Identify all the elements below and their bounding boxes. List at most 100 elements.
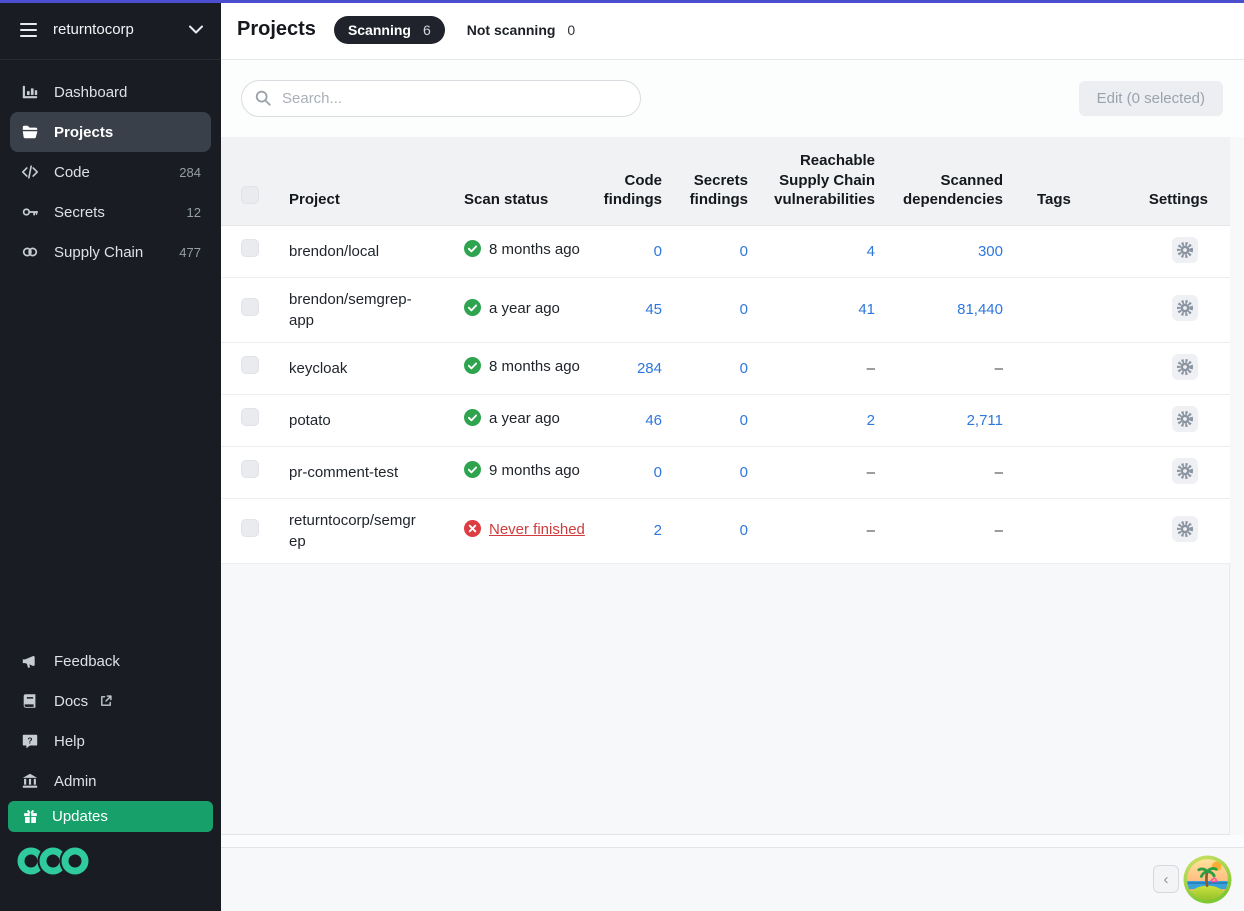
scan-status-text: a year ago	[489, 300, 560, 317]
sidebar-item-projects[interactable]: Projects	[10, 112, 211, 152]
sidebar-item-supply-chain[interactable]: Supply Chain 477	[0, 232, 221, 272]
scan-status-link[interactable]: Never finished	[489, 521, 585, 538]
reachable-vulnerabilities-link[interactable]: 2	[867, 412, 875, 429]
secrets-findings-link[interactable]: 0	[740, 522, 748, 539]
scanned-dependencies-link[interactable]: 2,711	[967, 412, 1003, 429]
bank-icon	[20, 772, 40, 790]
reachable-vulnerabilities-link[interactable]: 41	[858, 301, 875, 318]
table-header-row: Project Scan status Code findings Secret…	[221, 137, 1230, 225]
scan-success-icon	[464, 409, 481, 432]
row-checkbox[interactable]	[241, 356, 259, 374]
search-input[interactable]	[241, 80, 641, 117]
settings-button[interactable]	[1172, 237, 1198, 263]
secrets-findings-link[interactable]: 0	[740, 301, 748, 318]
island-avatar[interactable]	[1183, 855, 1232, 904]
reachable-vulnerabilities-empty: –	[867, 464, 875, 481]
settings-button[interactable]	[1172, 516, 1198, 542]
projects-table-card: Project Scan status Code findings Secret…	[221, 137, 1230, 835]
table-footer-strip	[221, 835, 1244, 848]
table-row[interactable]: brendon/local8 months ago004300	[221, 225, 1230, 277]
sidebar-item-docs[interactable]: Docs	[0, 681, 221, 721]
reachable-vulnerabilities-link[interactable]: 4	[867, 243, 875, 260]
scanned-dependencies-empty: –	[995, 522, 1003, 539]
sidebar-item-count: 477	[179, 245, 201, 260]
main-content: Projects Scanning 6 Not scanning 0 Edit …	[221, 0, 1244, 910]
code-findings-link[interactable]: 45	[645, 301, 662, 318]
sidebar-item-label: Dashboard	[54, 84, 127, 101]
sidebar-item-secrets[interactable]: Secrets 12	[0, 192, 221, 232]
page-header: Projects Scanning 6 Not scanning 0	[221, 0, 1244, 60]
sidebar-item-dashboard[interactable]: Dashboard	[0, 72, 221, 112]
table-row[interactable]: keycloak8 months ago2840––	[221, 342, 1230, 394]
scanned-dependencies-link[interactable]: 81,440	[957, 301, 1003, 318]
tab-not-scanning[interactable]: Not scanning 0	[467, 22, 575, 38]
secrets-findings-link[interactable]: 0	[740, 360, 748, 377]
tab-not-scanning-count: 0	[567, 22, 575, 38]
sidebar-item-label: Secrets	[54, 204, 105, 221]
row-checkbox[interactable]	[241, 239, 259, 257]
tab-scanning-label: Scanning	[348, 22, 411, 38]
settings-button[interactable]	[1172, 406, 1198, 432]
sidebar-item-label: Supply Chain	[54, 244, 143, 261]
code-findings-link[interactable]: 2	[654, 522, 662, 539]
scan-status-text: 8 months ago	[489, 358, 580, 375]
org-switcher[interactable]: returntocorp	[0, 0, 221, 60]
column-header-settings: Settings	[1125, 137, 1230, 225]
sidebar-item-feedback[interactable]: Feedback	[0, 641, 221, 681]
sidebar-item-code[interactable]: Code 284	[0, 152, 221, 192]
sidebar-item-help[interactable]: ? Help	[0, 721, 221, 761]
scan-success-icon	[464, 240, 481, 263]
table-row[interactable]: brendon/semgrep-app a year ago 45 0 41 81,440	[221, 277, 1230, 342]
scan-success-icon	[464, 461, 481, 484]
sidebar-item-updates[interactable]: Updates	[8, 801, 213, 832]
pagination-prev-button[interactable]: ‹	[1153, 865, 1179, 893]
code-findings-link[interactable]: 284	[637, 360, 662, 377]
sidebar-item-label: Code	[54, 164, 90, 181]
code-findings-link[interactable]: 0	[654, 464, 662, 481]
secrets-findings-link[interactable]: 0	[740, 464, 748, 481]
sidebar-item-admin[interactable]: Admin	[0, 761, 221, 801]
table-row[interactable]: returntocorp/semgrep Never finished 2 0 – –	[221, 498, 1230, 563]
pagination: ‹	[221, 848, 1244, 910]
hamburger-menu-icon[interactable]	[20, 23, 37, 37]
code-findings-link[interactable]: 46	[645, 412, 662, 429]
tags-cell	[1009, 277, 1125, 342]
book-icon	[20, 692, 40, 710]
secrets-findings-link[interactable]: 0	[740, 243, 748, 260]
sidebar-item-count: 284	[179, 165, 201, 180]
tab-scanning[interactable]: Scanning 6	[334, 16, 445, 44]
column-header-scan-status: Scan status	[458, 137, 590, 225]
settings-button[interactable]	[1172, 354, 1198, 380]
sidebar: returntocorp Dashboard Projects Code 284	[0, 0, 221, 911]
project-name: brendon/semgrep-app	[289, 291, 412, 329]
megaphone-icon	[20, 652, 40, 670]
sidebar-item-label: Projects	[54, 124, 113, 141]
project-name: returntocorp/semgrep	[289, 512, 416, 550]
select-all-checkbox[interactable]	[241, 186, 259, 204]
sidebar-item-label: Docs	[54, 693, 88, 710]
search-icon	[254, 89, 272, 107]
table-row[interactable]: pr-comment-test9 months ago00––	[221, 446, 1230, 498]
secrets-findings-link[interactable]: 0	[740, 412, 748, 429]
toolbar: Edit (0 selected)	[221, 60, 1244, 137]
reachable-vulnerabilities-empty: –	[867, 360, 875, 377]
page-title: Projects	[237, 18, 316, 41]
scan-failed-icon	[464, 520, 481, 543]
row-checkbox[interactable]	[241, 519, 259, 537]
settings-button[interactable]	[1172, 295, 1198, 321]
row-checkbox[interactable]	[241, 408, 259, 426]
edit-selected-button[interactable]: Edit (0 selected)	[1079, 81, 1223, 116]
settings-button[interactable]	[1172, 458, 1198, 484]
scanned-dependencies-link[interactable]: 300	[978, 243, 1003, 260]
tags-cell	[1009, 498, 1125, 563]
row-checkbox[interactable]	[241, 460, 259, 478]
code-findings-link[interactable]: 0	[654, 243, 662, 260]
table-row[interactable]: potatoa year ago46022,711	[221, 394, 1230, 446]
top-loading-strip	[0, 0, 1244, 3]
sidebar-item-label: Updates	[52, 808, 108, 825]
row-checkbox[interactable]	[241, 298, 259, 316]
sidebar-item-label: Feedback	[54, 653, 120, 670]
key-icon	[20, 203, 40, 221]
sidebar-footer-nav: Feedback Docs ? Help Admin	[0, 641, 221, 911]
reachable-vulnerabilities-empty: –	[867, 522, 875, 539]
